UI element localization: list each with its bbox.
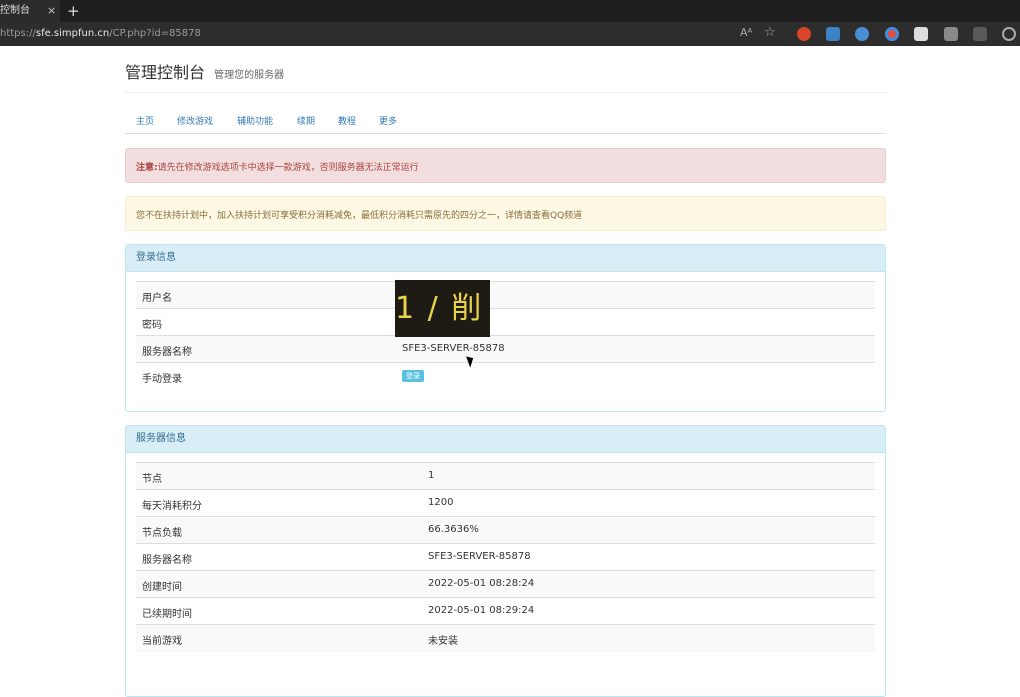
- row-label: 服务器名称: [142, 555, 192, 566]
- address-bar[interactable]: https://sfe.simpfun.cn/CP.php?id=85878 A…: [0, 22, 1020, 46]
- table-row: 每天消耗积分 1200: [136, 489, 875, 517]
- tab-title: 控制台: [0, 5, 30, 16]
- row-value: SFE3-SERVER-85878: [402, 343, 505, 354]
- tab-home[interactable]: 主页: [136, 114, 154, 127]
- alert-danger: 注意:请先在修改游戏选项卡中选择一款游戏，否则服务器无法正常运行: [125, 148, 886, 183]
- row-label: 服务器名称: [142, 347, 192, 358]
- extension-icon[interactable]: [885, 27, 899, 41]
- row-label: 当前游戏: [142, 636, 182, 647]
- overlay-patch: 1 / 削: [395, 280, 490, 337]
- new-tab-icon[interactable]: +: [67, 0, 80, 22]
- alert-danger-prefix: 注意:: [136, 163, 158, 173]
- browser-tab-bar: 控制台 × +: [0, 0, 1020, 22]
- favorite-icon[interactable]: ☆: [764, 25, 776, 40]
- row-value: 1200: [428, 497, 454, 508]
- table-row: 节点 1: [136, 462, 875, 490]
- table-row: 创建时间 2022-05-01 08:28:24: [136, 570, 875, 598]
- login-button[interactable]: 登录: [402, 370, 424, 382]
- extension-icon[interactable]: [914, 27, 928, 41]
- panel-heading: 登录信息: [126, 245, 885, 272]
- extension-icon[interactable]: [797, 27, 811, 41]
- table-row: 节点负载 66.3636%: [136, 516, 875, 544]
- extension-icon[interactable]: [973, 27, 987, 41]
- url-scheme: https://: [0, 28, 36, 39]
- browser-tab[interactable]: 控制台 ×: [0, 0, 60, 22]
- alert-danger-text: 注意:请先在修改游戏选项卡中选择一款游戏，否则服务器无法正常运行: [136, 160, 419, 173]
- row-value: 未安装: [428, 636, 458, 647]
- row-value: SFE3-SERVER-85878: [428, 551, 531, 562]
- row-label: 每天消耗积分: [142, 501, 202, 512]
- row-value: 66.3636%: [428, 524, 479, 535]
- row-label: 已续期时间: [142, 609, 192, 620]
- alert-warning-text: 您不在扶持计划中，加入扶持计划可享受积分消耗减免，最低积分消耗只需原先的四分之一…: [136, 211, 583, 221]
- table-row: 手动登录 登录: [136, 362, 875, 390]
- page-title: 管理控制台: [125, 63, 206, 82]
- row-label: 节点: [142, 474, 162, 485]
- table-row: 服务器名称 SFE3-SERVER-85878: [136, 335, 875, 363]
- row-label: 密码: [142, 320, 162, 331]
- tab-renew[interactable]: 续期: [297, 114, 315, 127]
- nav-tabs: 主页 修改游戏 辅助功能 续期 教程 更多: [125, 107, 886, 134]
- row-value: 2022-05-01 08:28:24: [428, 578, 535, 589]
- tab-aux-functions[interactable]: 辅助功能: [237, 114, 273, 127]
- close-icon[interactable]: ×: [47, 0, 56, 22]
- tab-tutorial[interactable]: 教程: [338, 114, 356, 127]
- page-subtitle: 管理您的服务器: [214, 70, 285, 81]
- row-label: 节点负载: [142, 528, 182, 539]
- server-info-panel: 服务器信息 节点 1 每天消耗积分 1200 节点负载 66.3636% 服务器…: [125, 425, 886, 697]
- login-info-panel: 登录信息 用户名 密码 服务器名称 SFE3-SERVER-85878 手动登录…: [125, 244, 886, 412]
- page-header: 管理控制台 管理您的服务器: [125, 59, 886, 93]
- table-row: 已续期时间 2022-05-01 08:29:24: [136, 597, 875, 625]
- url-path: /CP.php?id=85878: [109, 28, 201, 39]
- row-label: 创建时间: [142, 582, 182, 593]
- extension-icon[interactable]: [855, 27, 869, 41]
- extension-icon[interactable]: [826, 27, 840, 41]
- row-label: 用户名: [142, 293, 172, 304]
- table-row: 服务器名称 SFE3-SERVER-85878: [136, 543, 875, 571]
- table-row: 密码: [136, 308, 875, 336]
- extensions-puzzle-icon[interactable]: [1002, 27, 1016, 41]
- overlay-text: 1 / 削: [395, 291, 484, 326]
- row-label: 手动登录: [142, 374, 182, 385]
- row-value: 1: [428, 470, 435, 481]
- row-value: 2022-05-01 08:29:24: [428, 605, 535, 616]
- alert-danger-message: 请先在修改游戏选项卡中选择一款游戏，否则服务器无法正常运行: [157, 163, 419, 173]
- read-aloud-icon[interactable]: Aᴬ: [740, 26, 752, 39]
- extension-icon[interactable]: [944, 27, 958, 41]
- tab-modify-game[interactable]: 修改游戏: [177, 114, 213, 127]
- table-row: 用户名: [136, 281, 875, 309]
- alert-warning: 您不在扶持计划中，加入扶持计划可享受积分消耗减免，最低积分消耗只需原先的四分之一…: [125, 196, 886, 231]
- tab-more[interactable]: 更多: [379, 114, 397, 127]
- url-host: sfe.simpfun.cn: [35, 28, 110, 39]
- table-row: 当前游戏 未安装: [136, 624, 875, 652]
- panel-heading: 服务器信息: [126, 426, 885, 453]
- url-field[interactable]: https://sfe.simpfun.cn/CP.php?id=85878: [0, 22, 201, 46]
